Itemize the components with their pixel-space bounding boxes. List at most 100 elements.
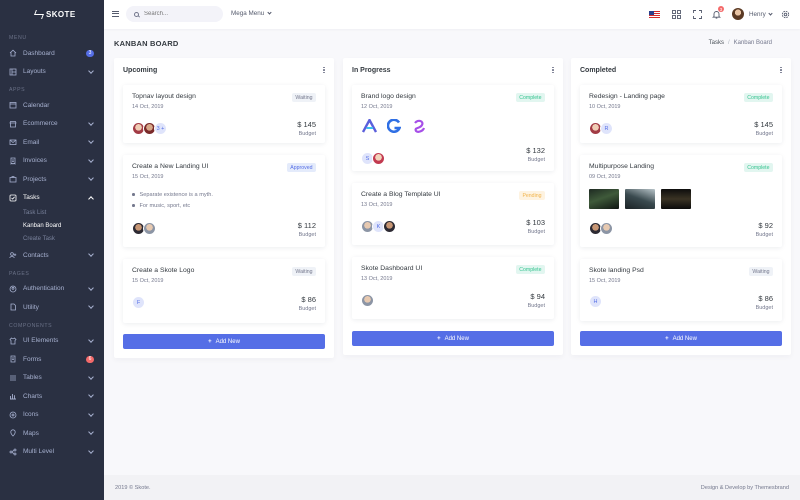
sidebar-item-authentication[interactable]: Authentication <box>0 280 104 299</box>
brand-logo-swirl-icon <box>411 118 427 134</box>
avatar[interactable] <box>143 222 156 235</box>
sidebar-item-multi-level[interactable]: Multi Level <box>0 443 104 462</box>
sidebar-item-label: Dashboard <box>23 49 55 57</box>
avatar[interactable] <box>383 220 396 233</box>
task-card[interactable]: Brand logo design 12 Oct, 2019 Complete … <box>352 85 554 171</box>
chevron-down-icon <box>88 251 94 258</box>
sidebar-item-tasks[interactable]: Tasks <box>0 189 104 208</box>
menu-section-title: Menu <box>9 35 27 41</box>
task-title: Create a Skote Logo <box>132 267 195 274</box>
user-avatar[interactable] <box>732 8 744 20</box>
sidebar-item-layouts[interactable]: Layouts <box>0 63 104 82</box>
task-budget-label: Budget <box>755 305 773 311</box>
sidebar-item-forms[interactable]: Forms 6 <box>0 350 104 369</box>
sidebar-item-contacts[interactable]: Contacts <box>0 246 104 265</box>
chevron-down-icon <box>88 156 94 163</box>
map-icon <box>9 429 17 437</box>
sidebar-item-ui-elements[interactable]: UI Elements <box>0 332 104 351</box>
image-thumbnail[interactable] <box>625 189 655 209</box>
task-card[interactable]: Skote landing Psd 15 Oct, 2019 Waiting H… <box>580 259 782 321</box>
task-card[interactable]: Multipurpose Landing 09 Oct, 2019 Comple… <box>580 155 782 247</box>
sidebar-item-label: Calendar <box>23 101 50 109</box>
envelope-icon <box>9 138 17 146</box>
mega-menu-dropdown[interactable]: Mega Menu <box>231 10 272 17</box>
avatar[interactable] <box>600 222 613 235</box>
kebab-menu-icon[interactable] <box>552 66 554 74</box>
sidebar-item-maps[interactable]: Maps <box>0 424 104 443</box>
avatar[interactable]: R <box>600 122 613 135</box>
sidebar-item-email[interactable]: Email <box>0 133 104 152</box>
add-new-label: Add New <box>672 335 697 342</box>
chevron-down-icon <box>88 67 94 74</box>
task-budget-label: Budget <box>527 157 545 163</box>
more-avatars[interactable]: 3 + <box>154 122 167 135</box>
us-flag-icon[interactable] <box>649 11 660 18</box>
breadcrumb-link-tasks[interactable]: Tasks <box>709 40 724 46</box>
column-header: Completed <box>571 58 791 82</box>
task-card[interactable]: Topnav layout design 14 Oct, 2019 Waitin… <box>123 85 325 143</box>
bell-icon[interactable]: 3 <box>711 6 724 19</box>
notification-badge: 3 <box>718 6 724 12</box>
task-budget-label: Budget <box>755 131 773 137</box>
task-card[interactable]: Create a New Landing UI 15 Oct, 2019 App… <box>123 155 325 247</box>
task-card[interactable]: Skote Dashboard UI 13 Oct, 2019 Complete… <box>352 257 554 319</box>
user-circle-icon <box>9 285 17 293</box>
chevron-down-icon <box>267 10 272 15</box>
gear-icon[interactable] <box>780 9 790 19</box>
kanban-column-completed: Completed Redesign - Landing page 10 Oct… <box>571 58 791 355</box>
image-thumbnail[interactable] <box>589 189 619 209</box>
task-card[interactable]: Create a Skote Logo 15 Oct, 2019 Waiting… <box>123 259 325 323</box>
sidebar-item-label: Maps <box>23 429 39 437</box>
hamburger-menu-icon[interactable] <box>112 11 119 17</box>
sidebar-item-label: Projects <box>23 175 47 183</box>
avatar[interactable] <box>372 152 385 165</box>
sidebar-item-dashboard[interactable]: Dashboard 3 <box>0 44 104 63</box>
sidebar-subitem-kanban-board[interactable]: Kanban Board <box>0 220 104 233</box>
task-price: $ 145 <box>297 120 316 129</box>
column-header: In Progress <box>343 58 563 82</box>
sidebar-item-label: Layouts <box>23 68 46 76</box>
add-new-button[interactable]: + Add New <box>352 331 554 346</box>
chevron-down-icon <box>88 392 94 399</box>
fullscreen-icon[interactable] <box>692 9 702 19</box>
sidebar-item-label: Icons <box>23 411 39 419</box>
task-budget-label: Budget <box>527 229 545 235</box>
user-menu[interactable]: Henry <box>749 11 773 18</box>
search-box[interactable] <box>126 6 223 22</box>
sidebar-item-invoices[interactable]: Invoices <box>0 152 104 171</box>
kebab-menu-icon[interactable] <box>780 66 782 74</box>
footer: 2019 © Skote. Design & Develop by Themes… <box>104 475 800 500</box>
avatar[interactable] <box>361 294 374 307</box>
task-card[interactable]: Redesign - Landing page 10 Oct, 2019 Com… <box>580 85 782 143</box>
kebab-menu-icon[interactable] <box>323 66 325 74</box>
apps-grid-icon[interactable] <box>671 9 681 19</box>
chevron-down-icon <box>88 138 94 145</box>
sidebar-item-utility[interactable]: Utility <box>0 298 104 317</box>
avatar[interactable]: F <box>132 296 145 309</box>
add-new-button[interactable]: + Add New <box>123 334 325 349</box>
sidebar-item-projects[interactable]: Projects <box>0 170 104 189</box>
sidebar-subitem-task-list[interactable]: Task List <box>0 207 104 220</box>
column-title: In Progress <box>352 66 391 74</box>
avatar-group: H <box>589 295 602 308</box>
status-badge: Waiting <box>748 267 773 276</box>
sidebar-item-tables[interactable]: Tables <box>0 369 104 388</box>
task-card[interactable]: Create a Blog Template UI 13 Oct, 2019 P… <box>352 183 554 245</box>
chevron-down-icon <box>88 429 94 436</box>
bar-chart-icon <box>9 392 17 400</box>
sidebar-item-charts[interactable]: Charts <box>0 387 104 406</box>
add-new-button[interactable]: + Add New <box>580 331 782 346</box>
image-thumbnail[interactable] <box>661 189 691 209</box>
sidebar-subitem-create-task[interactable]: Create Task <box>0 233 104 246</box>
status-badge: Waiting <box>291 93 316 102</box>
kanban-column-upcoming: Upcoming Topnav layout design 14 Oct, 20… <box>114 58 334 358</box>
brand-logo[interactable]: SKOTE <box>0 0 104 29</box>
sidebar-item-ecommerce[interactable]: Ecommerce <box>0 115 104 134</box>
brand-logo-a-icon <box>361 118 377 134</box>
sidebar-item-icons[interactable]: Icons <box>0 406 104 425</box>
avatar[interactable]: H <box>589 295 602 308</box>
sidebar-item-calendar[interactable]: Calendar <box>0 96 104 115</box>
search-input[interactable] <box>144 11 214 17</box>
dashboard-badge: 3 <box>86 49 94 57</box>
image-gallery <box>589 189 691 209</box>
